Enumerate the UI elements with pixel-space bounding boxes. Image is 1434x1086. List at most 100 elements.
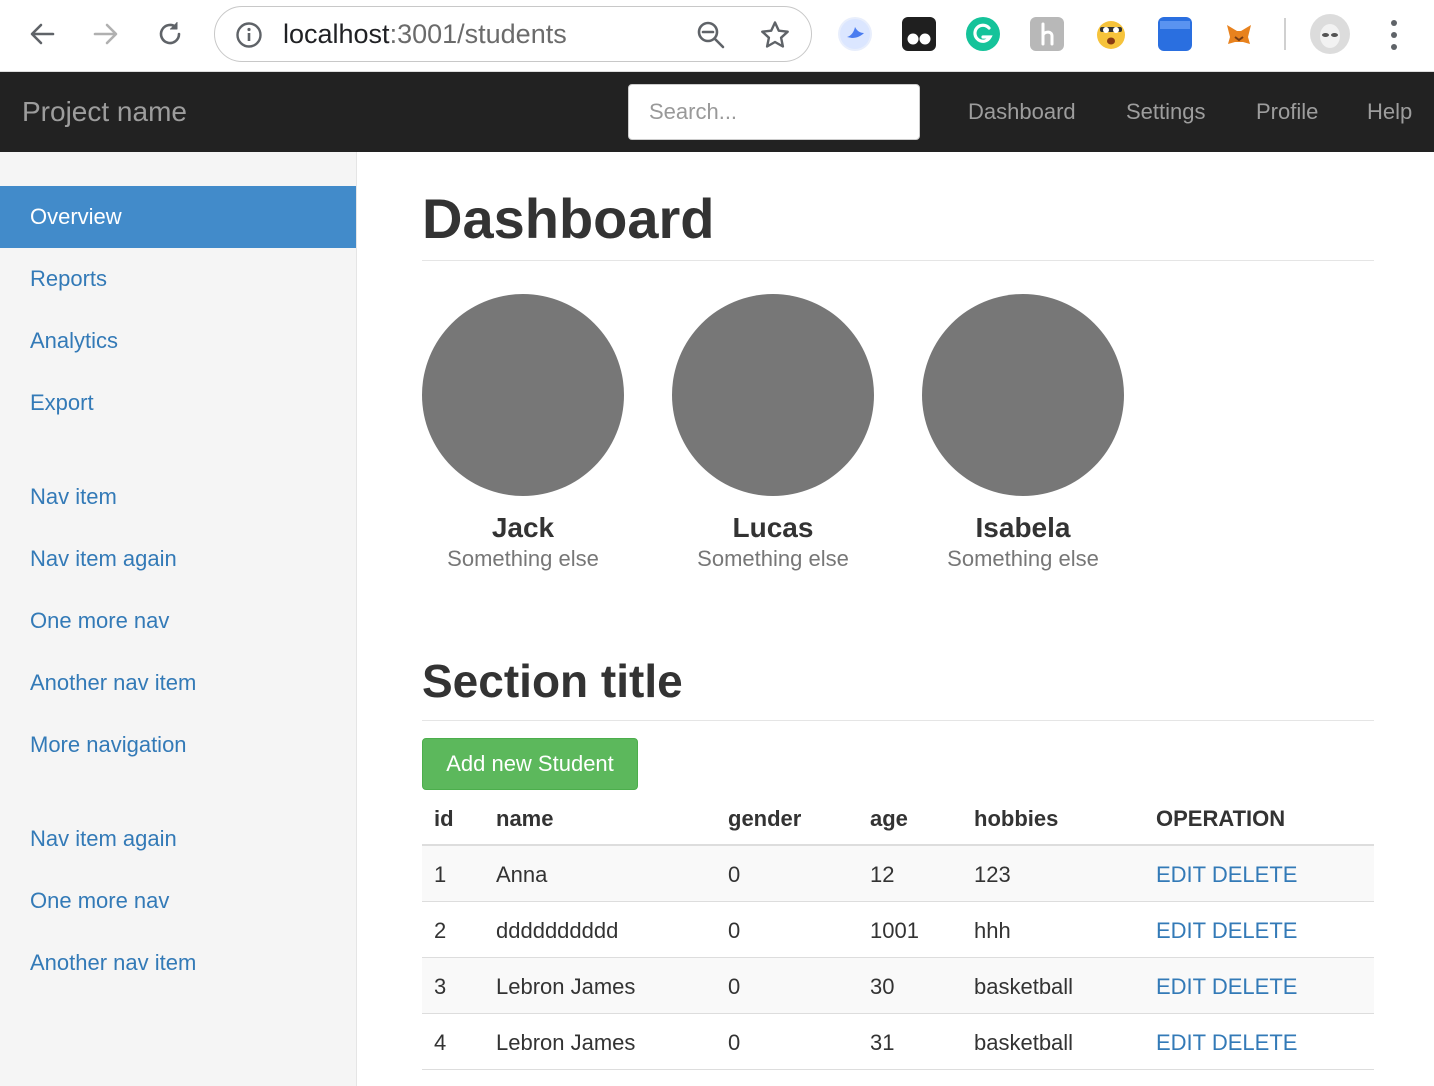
column-header-operation: OPERATION — [1156, 806, 1286, 831]
person-name: Lucas — [732, 512, 814, 543]
cell-age: 30 — [870, 974, 895, 999]
cell-operation: EDIT DELETE — [1156, 862, 1297, 888]
cell-gender: 0 — [728, 974, 741, 999]
cell-operation: EDIT DELETE — [1156, 1030, 1297, 1056]
toolbar-divider — [1284, 18, 1286, 50]
delete-link[interactable]: DELETE — [1212, 918, 1298, 943]
nav-link-profile[interactable]: Profile — [1256, 99, 1318, 125]
nav-link-dashboard[interactable]: Dashboard — [968, 99, 1076, 125]
sidebar-item-nav-item[interactable]: Nav item — [0, 466, 356, 528]
avatar — [422, 294, 624, 496]
arrow-left-icon — [30, 23, 55, 45]
avatar — [672, 294, 874, 496]
table-row: 2 dddddddddd 0 1001 hhh EDIT DELETE — [422, 902, 1374, 958]
person-name: Isabela — [975, 512, 1071, 543]
column-header-hobbies: hobbies — [974, 806, 1059, 831]
sidebar-item-export[interactable]: Export — [0, 372, 356, 434]
table-row: 4 Lebron James 0 31 basketball EDIT DELE… — [422, 1014, 1374, 1070]
browser-toolbar: localhost:3001/students — [0, 0, 1434, 72]
more-vertical-icon[interactable] — [1380, 18, 1408, 52]
sidebar-item-overview[interactable]: Overview — [0, 186, 356, 248]
delete-link[interactable]: DELETE — [1212, 974, 1298, 999]
cell-hobbies: basketball — [974, 974, 1074, 999]
cell-id: 2 — [434, 918, 447, 943]
person-subtitle: Something else — [947, 546, 1099, 571]
avatar — [922, 294, 1124, 496]
sidebar-item-one-more-nav-2[interactable]: One more nav — [0, 870, 356, 932]
sidebar: Overview Reports Analytics Export Nav it… — [0, 152, 357, 1086]
cell-gender: 0 — [728, 1030, 741, 1055]
person-name: Jack — [491, 512, 555, 543]
cell-hobbies: basketball — [974, 1030, 1074, 1055]
person-subtitle: Something else — [697, 546, 849, 571]
cell-name: dddddddddd — [496, 918, 619, 943]
cell-hobbies: hhh — [974, 918, 1011, 943]
delete-link[interactable]: DELETE — [1212, 1030, 1298, 1055]
sidebar-item-nav-item-again-2[interactable]: Nav item again — [0, 808, 356, 870]
cell-operation: EDIT DELETE — [1156, 918, 1297, 944]
column-header-gender: gender — [728, 806, 802, 831]
add-student-button[interactable]: Add new Student — [422, 738, 638, 790]
cell-gender: 0 — [728, 862, 741, 887]
brand-link[interactable]: Project name — [22, 96, 187, 128]
sidebar-item-another-nav-item-2[interactable]: Another nav item — [0, 932, 356, 994]
extension-metamask-icon[interactable] — [1222, 17, 1256, 51]
extension-emoji-icon[interactable] — [1094, 17, 1128, 51]
cell-name: Anna — [496, 862, 548, 887]
profile-avatar-icon[interactable] — [1310, 14, 1350, 54]
extension-honey-icon[interactable] — [1030, 17, 1064, 51]
bookmark-star-icon[interactable] — [759, 19, 791, 51]
edit-link[interactable]: EDIT — [1156, 918, 1206, 943]
column-header-id: id — [434, 806, 454, 831]
cell-age: 12 — [870, 862, 895, 887]
cell-id: 3 — [434, 974, 447, 999]
edit-link[interactable]: EDIT — [1156, 862, 1206, 887]
cell-id: 1 — [434, 862, 447, 887]
nav-link-help[interactable]: Help — [1367, 99, 1412, 125]
column-header-name: name — [496, 806, 554, 831]
sidebar-item-another-nav-item[interactable]: Another nav item — [0, 652, 356, 714]
info-icon[interactable] — [235, 21, 263, 49]
extension-calendar-icon[interactable] — [1158, 17, 1192, 51]
top-navbar: Project name Dashboard Settings Profile … — [0, 72, 1434, 152]
table-header: id name gender age hobbies OPERATION — [422, 792, 1374, 846]
table-row: 1 Anna 0 12 123 EDIT DELETE — [422, 846, 1374, 902]
cell-age: 31 — [870, 1030, 895, 1055]
cell-operation: EDIT DELETE — [1156, 974, 1297, 1000]
sidebar-item-reports[interactable]: Reports — [0, 248, 356, 310]
arrow-right-icon — [93, 23, 118, 45]
sidebar-item-analytics[interactable]: Analytics — [0, 310, 356, 372]
cell-gender: 0 — [728, 918, 741, 943]
nav-link-settings[interactable]: Settings — [1126, 99, 1206, 125]
extension-grammarly-icon[interactable] — [966, 17, 1000, 51]
address-bar[interactable]: localhost:3001/students — [214, 6, 812, 62]
title-divider — [422, 260, 1374, 261]
edit-link[interactable]: EDIT — [1156, 974, 1206, 999]
page-title: Dashboard — [422, 187, 715, 250]
sidebar-item-more-navigation[interactable]: More navigation — [0, 714, 356, 776]
extension-bird-icon[interactable] — [838, 17, 872, 51]
search-input[interactable] — [628, 84, 920, 140]
reload-icon — [159, 22, 181, 45]
section-title: Section title — [422, 655, 683, 707]
section-divider — [422, 720, 1374, 721]
column-header-age: age — [870, 806, 908, 831]
zoom-out-icon[interactable] — [695, 19, 727, 51]
cell-name: Lebron James — [496, 974, 636, 999]
sidebar-item-one-more-nav[interactable]: One more nav — [0, 590, 356, 652]
back-button[interactable] — [24, 16, 60, 52]
cell-age: 1001 — [870, 918, 919, 943]
students-table: id name gender age hobbies OPERATION 1 A… — [422, 792, 1374, 1070]
cell-id: 4 — [434, 1030, 447, 1055]
cell-hobbies: 123 — [974, 862, 1011, 887]
person-subtitle: Something else — [447, 546, 599, 571]
table-row: 3 Lebron James 0 30 basketball EDIT DELE… — [422, 958, 1374, 1014]
extension-tampermonkey-icon[interactable] — [902, 17, 936, 51]
cell-name: Lebron James — [496, 1030, 636, 1055]
sidebar-item-nav-item-again[interactable]: Nav item again — [0, 528, 356, 590]
delete-link[interactable]: DELETE — [1212, 862, 1298, 887]
url-text: localhost:3001/students — [283, 19, 567, 49]
edit-link[interactable]: EDIT — [1156, 1030, 1206, 1055]
reload-button[interactable] — [152, 16, 188, 52]
forward-button[interactable] — [88, 16, 124, 52]
